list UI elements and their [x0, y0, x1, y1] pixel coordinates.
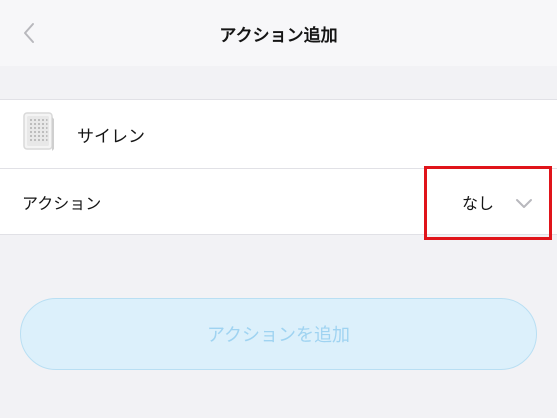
- back-button[interactable]: [14, 18, 44, 48]
- action-dropdown[interactable]: なし: [424, 169, 552, 235]
- device-row: サイレン: [0, 100, 557, 168]
- navigation-bar: アクション追加: [0, 0, 557, 66]
- settings-card: サイレン アクション なし: [0, 99, 557, 235]
- device-name: サイレン: [77, 126, 145, 147]
- chevron-down-icon: [516, 199, 532, 208]
- action-label: アクション: [22, 194, 102, 213]
- action-row: アクション なし: [0, 169, 557, 235]
- page-title: アクション追加: [219, 25, 338, 46]
- chevron-left-icon: [24, 23, 34, 43]
- action-selected-value: なし: [462, 194, 495, 213]
- add-action-button[interactable]: アクションを追加: [20, 298, 537, 370]
- siren-device-icon: [23, 112, 54, 151]
